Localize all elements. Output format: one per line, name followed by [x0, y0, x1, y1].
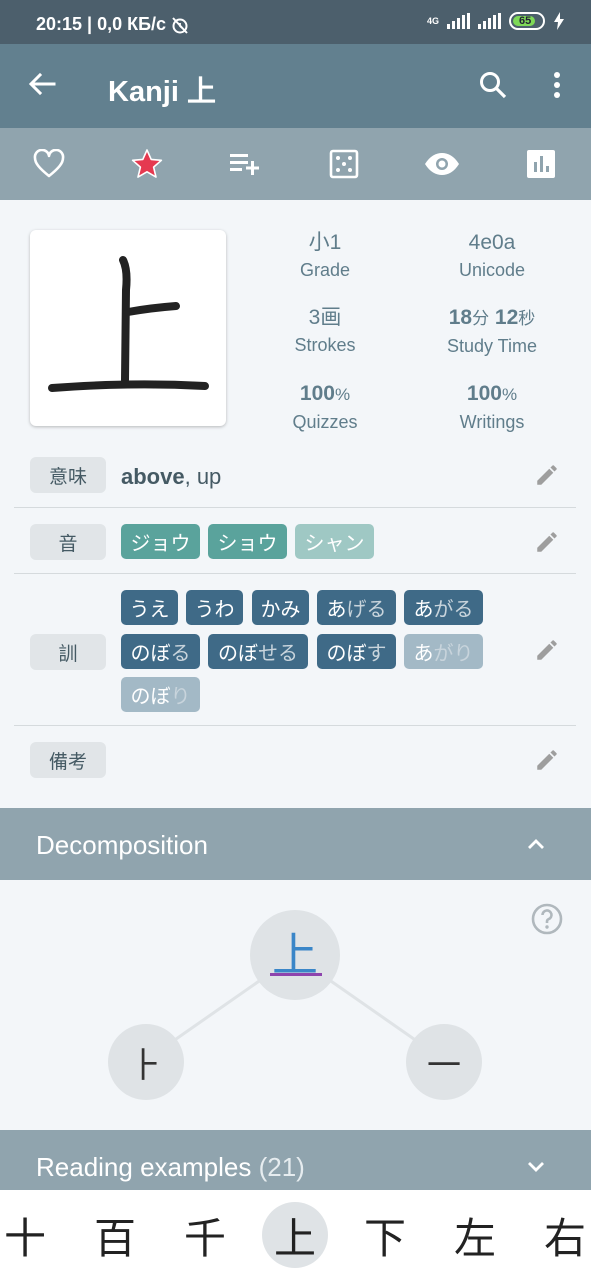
- nav-kanji-item[interactable]: 下: [352, 1190, 418, 1280]
- writings-stat: 100% Writings: [402, 381, 582, 434]
- reading-examples-header[interactable]: Reading examples (21): [0, 1130, 591, 1190]
- kun-reading-chip[interactable]: あがる: [404, 590, 483, 625]
- decomposition-root-node[interactable]: 上: [250, 910, 340, 1000]
- app-bar: Kanji 上: [0, 44, 591, 128]
- page-title: Kanji 上: [108, 76, 216, 108]
- signal-icon: [447, 13, 470, 29]
- random-kanji-button[interactable]: [326, 146, 362, 182]
- statistics-button[interactable]: [523, 146, 559, 182]
- kun-reading-chip[interactable]: のぼ せる: [208, 634, 308, 669]
- kun-reading-chip[interactable]: うえ: [121, 590, 178, 625]
- signal-icon-2: [478, 13, 501, 29]
- quizzes-stat: 100% Quizzes: [235, 381, 415, 434]
- quizzes-label: Quizzes: [292, 412, 358, 432]
- back-arrow-icon[interactable]: [26, 68, 58, 100]
- kun-reading-chip[interactable]: のぼる: [121, 634, 200, 669]
- network-type-label: 4G: [426, 16, 439, 26]
- kun-reading-chip[interactable]: のぼり: [121, 677, 200, 712]
- kanji-stroke-card[interactable]: 上: [30, 230, 226, 426]
- unicode-label: Unicode: [458, 260, 526, 280]
- star-icon: [131, 149, 163, 178]
- eye-icon: [425, 153, 459, 175]
- alarm-off-icon: [172, 16, 188, 34]
- nav-kanji-item[interactable]: 左: [442, 1190, 508, 1280]
- kanji-stroke-drawing: [48, 256, 209, 392]
- visibility-button[interactable]: [424, 146, 460, 182]
- quizzes-value: 100%: [299, 382, 351, 405]
- on-reading-chip[interactable]: ショウ: [208, 524, 287, 559]
- notes-label: 備考: [30, 742, 106, 778]
- unicode-stat: 4e0a Unicode: [402, 230, 582, 282]
- root-underline: [270, 973, 322, 976]
- unicode-value: 4e0a: [468, 231, 516, 254]
- heart-outline-icon: [33, 149, 65, 178]
- rating-button[interactable]: [129, 146, 165, 182]
- meaning-row[interactable]: 意味 above, up: [14, 440, 576, 508]
- kun-reading-chip[interactable]: うわ: [186, 590, 243, 625]
- playlist-add-icon: [230, 154, 259, 175]
- on-reading-label: 音: [30, 524, 106, 560]
- kun-reading-row: 訓 うえ うわ かみ あげる あがる のぼる のぼ せる のぼす あがり のぼり: [14, 574, 576, 726]
- edit-on-reading-icon[interactable]: [534, 529, 560, 555]
- kun-reading-label: 訓: [30, 634, 106, 670]
- kanji-info-section: 上 小1 Grade 4e0a Unicode 3画 Strokes 18分 1…: [0, 200, 591, 440]
- decomposition-child-node[interactable]: ⺊: [108, 1024, 184, 1100]
- status-time-speed: 20:15 | 0,0 КБ/с: [36, 14, 167, 34]
- grade-value: 小1: [308, 231, 342, 254]
- reading-examples-title-wrap: Reading examples (21): [36, 1152, 305, 1183]
- writings-value: 100%: [466, 382, 518, 405]
- nav-kanji-item[interactable]: 百: [82, 1190, 148, 1280]
- nav-kanji-item[interactable]: 千: [172, 1190, 238, 1280]
- charging-bolt-icon: [554, 12, 564, 30]
- notes-row[interactable]: 備考: [14, 726, 576, 792]
- reading-examples-count: (21): [258, 1152, 305, 1182]
- kun-reading-chip[interactable]: のぼす: [317, 634, 396, 669]
- chevron-down-icon[interactable]: [524, 1154, 548, 1178]
- strokes-label: Strokes: [294, 335, 356, 355]
- kun-reading-chip[interactable]: かみ: [252, 590, 309, 625]
- study-time-stat: 18分 12秒 Study Time: [402, 305, 582, 358]
- study-time-value: 18分 12秒: [448, 306, 536, 329]
- favorite-button[interactable]: [31, 146, 67, 182]
- nav-kanji-item-selected[interactable]: 上: [262, 1190, 328, 1280]
- edit-kun-reading-icon[interactable]: [534, 637, 560, 663]
- add-to-list-button[interactable]: [227, 146, 263, 182]
- strokes-value: 3画: [308, 306, 342, 329]
- meaning-label: 意味: [30, 457, 106, 493]
- battery-level: 65: [519, 15, 532, 27]
- kun-reading-chip[interactable]: あげる: [317, 590, 396, 625]
- decomposition-header[interactable]: Decomposition: [0, 808, 591, 880]
- kanji-navigation-bar: 十 百 千 上 下 左 右: [0, 1190, 591, 1280]
- dice-icon: [329, 149, 359, 179]
- decomposition-title: Decomposition: [36, 830, 208, 860]
- nav-kanji-item[interactable]: 十: [0, 1190, 58, 1280]
- grade-label: Grade: [299, 260, 351, 280]
- nav-kanji-item[interactable]: 右: [532, 1190, 591, 1280]
- more-options-icon[interactable]: [545, 70, 569, 100]
- search-icon[interactable]: [478, 70, 508, 100]
- status-bar: 20:15 | 0,0 КБ/с 4G 65: [0, 0, 591, 44]
- kun-reading-chip[interactable]: あがり: [404, 634, 483, 669]
- edit-meaning-icon[interactable]: [534, 462, 560, 488]
- chevron-up-icon[interactable]: [524, 832, 548, 856]
- strokes-stat: 3画 Strokes: [235, 305, 415, 357]
- decomposition-child-node[interactable]: 一: [406, 1024, 482, 1100]
- decomposition-panel: 上 ⺊ 一: [0, 880, 591, 1130]
- study-time-label: Study Time: [446, 336, 538, 356]
- writings-label: Writings: [459, 412, 525, 432]
- meaning-text: above, up: [121, 464, 222, 489]
- on-reading-row: 音 ジョウ ショウ シャン: [14, 508, 576, 574]
- action-toolbar: [0, 128, 591, 200]
- reading-examples-title: Reading examples: [36, 1152, 252, 1182]
- edit-notes-icon[interactable]: [534, 747, 560, 773]
- on-reading-chip[interactable]: ジョウ: [121, 524, 200, 559]
- bar-chart-icon: [527, 150, 555, 178]
- battery-icon: 65: [509, 12, 545, 30]
- on-reading-chip[interactable]: シャン: [295, 524, 374, 559]
- grade-stat: 小1 Grade: [235, 230, 415, 282]
